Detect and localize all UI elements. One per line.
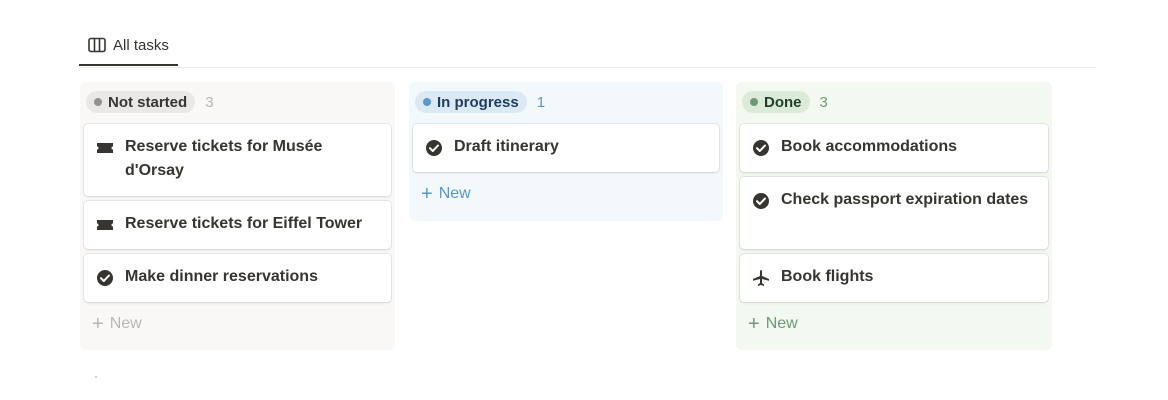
task-card[interactable]: Book flights [740,254,1048,302]
ticket-icon [97,143,113,153]
status-label: Done [764,93,802,111]
new-label: New [109,315,142,332]
status-badge[interactable]: Done [742,91,810,113]
task-card[interactable]: Reserve tickets for Eiffel Tower [84,201,391,249]
plus-icon: + [92,313,104,335]
status-badge[interactable]: Not started [86,91,196,113]
task-title: Check passport expiration dates [781,191,1029,208]
check-circle-icon [97,270,113,286]
column-header: Done 3 [742,91,1052,113]
status-label: Not started [108,93,188,111]
task-title: Draft itinerary [454,138,559,155]
tab-label: All tasks [113,36,169,54]
check-circle-icon [753,193,769,209]
card-count: 3 [205,93,214,111]
status-dot-icon [94,98,102,106]
new-card-button[interactable]: + New [92,312,395,336]
new-label: New [438,185,471,202]
tab-all-tasks[interactable]: All tasks [79,26,178,66]
task-title: Make dinner reservations [125,268,318,285]
status-badge[interactable]: In progress [415,91,527,113]
check-circle-icon [426,140,442,156]
view-tabs: All tasks [79,26,1096,68]
plus-icon: + [421,183,433,205]
status-dot-icon [750,98,758,106]
task-card[interactable]: Draft itinerary [413,124,719,172]
new-label: New [765,315,798,332]
status-dot-icon [423,98,431,106]
column-in-progress: In progress 1 Draft itinerary + New [409,82,723,221]
column-done: Done 3 Book accommodations Check passpor… [736,82,1052,350]
task-title: Reserve tickets for Eiffel Tower [125,215,363,232]
task-card[interactable]: Check passport expiration dates [740,177,1048,249]
airplane-icon [753,270,769,286]
task-card[interactable]: Book accommodations [740,124,1048,172]
task-title: Reserve tickets for Musée d'Orsay [125,138,323,179]
card-count: 3 [819,93,828,111]
column-header: Not started 3 [86,91,395,113]
task-title: Book flights [781,268,874,285]
column-not-started: Not started 3 Reserve tickets for Musée … [80,82,395,350]
check-circle-icon [753,140,769,156]
task-card[interactable]: Make dinner reservations [84,254,391,302]
new-card-button[interactable]: + New [421,182,723,206]
column-header: In progress 1 [415,91,723,113]
status-label: In progress [437,93,519,111]
ticket-icon [97,220,113,230]
card-count: 1 [536,93,546,111]
task-title: Book accommodations [781,138,958,155]
task-card[interactable]: Reserve tickets for Musée d'Orsay [84,124,391,196]
divider-dot [95,376,97,378]
new-card-button[interactable]: + New [748,312,1052,336]
board-icon [88,37,106,53]
plus-icon: + [748,313,760,335]
